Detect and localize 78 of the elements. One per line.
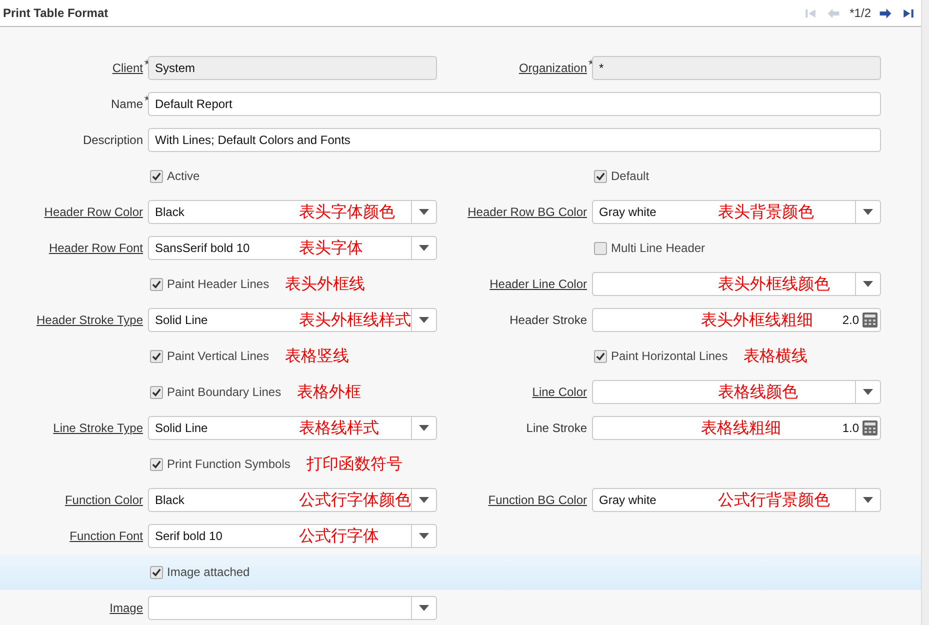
- field-label: Description: [82, 133, 143, 147]
- field-link-label[interactable]: Header Stroke Type: [36, 313, 143, 327]
- checkbox-square[interactable]: [594, 170, 607, 182]
- checkbox[interactable]: Paint Header Lines: [148, 277, 270, 291]
- checkbox[interactable]: Image attached: [148, 565, 250, 579]
- checkbox-square[interactable]: [594, 350, 607, 362]
- annotation-text: 表格线粗细: [701, 418, 781, 439]
- annotation-text: 公式行背景颜色: [718, 490, 830, 511]
- field-link-label[interactable]: Header Row BG Color: [468, 205, 587, 219]
- checkbox-label[interactable]: Image attached: [167, 565, 250, 579]
- checkbox-label[interactable]: Default: [611, 169, 650, 183]
- checkbox-square[interactable]: [594, 242, 607, 254]
- dropdown-field[interactable]: 表格线颜色: [592, 380, 881, 404]
- field-link-label[interactable]: Function Color: [64, 493, 143, 507]
- checkbox[interactable]: Multi Line Header: [592, 241, 706, 255]
- field-link-label[interactable]: Function Font: [70, 529, 143, 543]
- dropdown-field[interactable]: Solid Line 表头外框线样式: [148, 308, 437, 332]
- dropdown-field[interactable]: SansSerif bold 10 表头字体: [148, 236, 437, 260]
- dropdown-field[interactable]: [148, 596, 437, 620]
- annotation-text: 表格外框: [297, 382, 362, 402]
- field-link-label[interactable]: Client: [112, 61, 143, 75]
- checkbox-square[interactable]: [150, 458, 163, 470]
- checkbox-square[interactable]: [150, 278, 163, 290]
- field-link-label[interactable]: Header Row Font: [48, 241, 143, 255]
- annotation-text: 表格竖线: [285, 346, 350, 366]
- annotation-text: 表头外框线粗细: [701, 310, 813, 331]
- checkbox-square[interactable]: [150, 386, 163, 398]
- number-field[interactable]: 表头外框线粗细 2.0: [592, 308, 881, 332]
- checkbox-label[interactable]: Active: [167, 169, 200, 183]
- checkbox[interactable]: Default: [592, 169, 650, 183]
- last-record-icon[interactable]: [902, 6, 915, 20]
- annotation-text: 表头外框线样式: [299, 310, 411, 331]
- dropdown-field[interactable]: Black 公式行字体颜色: [148, 488, 437, 512]
- field-link-label[interactable]: Header Row Color: [44, 205, 143, 219]
- field-label: Name: [110, 97, 143, 111]
- checkbox-label[interactable]: Paint Vertical Lines: [167, 349, 270, 363]
- text-field[interactable]: *: [592, 56, 881, 80]
- annotation-text: 表头外框线: [285, 274, 366, 294]
- checkbox-square[interactable]: [150, 350, 163, 362]
- dropdown-field[interactable]: Serif bold 10 公式行字体: [148, 524, 437, 548]
- field-link-label[interactable]: Header Line Color: [490, 277, 587, 291]
- annotation-text: 表格线样式: [299, 418, 379, 439]
- annotation-text: 表头字体: [299, 238, 363, 259]
- text-field[interactable]: System: [148, 56, 437, 80]
- annotation-text: 表头外框线颜色: [718, 274, 830, 295]
- text-field[interactable]: With Lines; Default Colors and Fonts: [148, 128, 881, 152]
- calculator-icon[interactable]: [862, 420, 878, 436]
- next-arrow-icon[interactable]: [879, 6, 892, 20]
- field-link-label[interactable]: Line Color: [532, 385, 587, 399]
- dropdown-field[interactable]: Solid Line 表格线样式: [148, 416, 437, 440]
- checkbox-label[interactable]: Paint Header Lines: [167, 277, 270, 291]
- checkbox-square[interactable]: [150, 170, 163, 182]
- number-field[interactable]: 表格线粗细 1.0: [592, 416, 881, 440]
- calculator-icon[interactable]: [862, 312, 878, 328]
- checkbox[interactable]: Active: [148, 169, 200, 183]
- record-counter: *1/2: [850, 6, 871, 20]
- window-title: Print Table Format: [3, 6, 108, 20]
- annotation-text: 打印函数符号: [306, 454, 402, 474]
- checkbox-square[interactable]: [150, 566, 163, 578]
- annotation-text: 表头字体颜色: [299, 202, 395, 223]
- dropdown-field[interactable]: Black 表头字体颜色: [148, 200, 437, 224]
- text-field[interactable]: Default Report: [148, 92, 881, 116]
- annotation-text: 表格线颜色: [718, 382, 798, 403]
- dropdown-field[interactable]: Gray white 公式行背景颜色: [592, 488, 881, 512]
- checkbox[interactable]: Paint Vertical Lines: [148, 349, 270, 363]
- annotation-text: 公式行字体颜色: [299, 490, 411, 511]
- field-label: Line Stroke: [526, 421, 587, 435]
- field-link-label[interactable]: Organization: [518, 61, 587, 75]
- field-label: Header Stroke: [510, 313, 587, 327]
- dropdown-field[interactable]: 表头外框线颜色: [592, 272, 881, 296]
- annotation-text: 表头背景颜色: [718, 202, 814, 223]
- dropdown-field[interactable]: Gray white 表头背景颜色: [592, 200, 881, 224]
- field-link-label[interactable]: Line Stroke Type: [53, 421, 143, 435]
- field-link-label[interactable]: Image: [110, 601, 143, 615]
- annotation-text: 公式行字体: [299, 526, 379, 547]
- checkbox-label[interactable]: Multi Line Header: [611, 241, 706, 255]
- annotation-text: 表格横线: [744, 346, 808, 366]
- field-link-label[interactable]: Function BG Color: [488, 493, 587, 507]
